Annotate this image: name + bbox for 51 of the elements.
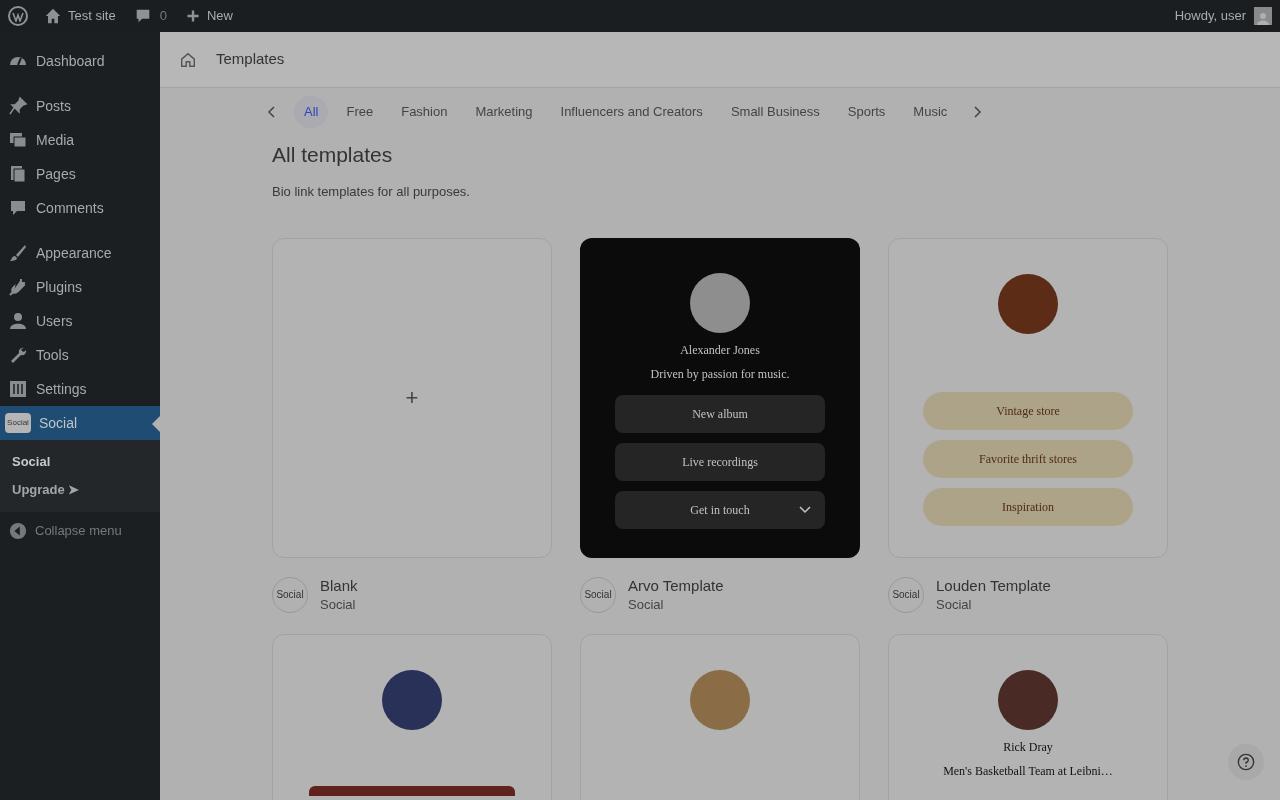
page-title: Templates — [216, 49, 285, 70]
submenu-item[interactable]: Social — [0, 448, 160, 476]
sidebar-item[interactable]: Comments — [0, 191, 160, 225]
profile-name: Rick Dray — [1003, 738, 1053, 756]
template-name: Louden Template — [936, 575, 1051, 596]
link-button: Inspiration — [923, 487, 1133, 526]
template-name: Arvo Template — [628, 575, 724, 596]
link-button: New album — [615, 394, 825, 433]
sidebar-item[interactable]: Tools — [0, 338, 160, 372]
new-link[interactable]: New — [184, 6, 233, 26]
sidebar-item[interactable]: Posts — [0, 89, 160, 123]
template-preview-card[interactable]: Vintage store Favorite thrift stores Inspiration — [888, 237, 1168, 558]
sidebar-item[interactable]: Appearance — [0, 236, 160, 270]
sidebar-item[interactable]: Settings — [0, 372, 160, 406]
category-tab[interactable]: Marketing — [465, 96, 543, 128]
sidebar-item[interactable]: Pages — [0, 157, 160, 191]
category-tab[interactable]: All — [294, 96, 329, 128]
collapse-menu-button[interactable]: Collapse menu — [0, 513, 160, 549]
category-tab[interactable]: Small Business — [720, 96, 830, 128]
template-preview-card[interactable]: Rick Dray Men's Basketball Team at Leibni… — [888, 633, 1168, 800]
template-source: Social — [936, 595, 973, 614]
social-logo-icon: Social — [5, 413, 31, 433]
template-source: Social — [628, 595, 665, 614]
template-preview-card[interactable]: + — [272, 237, 552, 558]
category-tab[interactable]: Fashion — [391, 96, 458, 128]
category-tab[interactable]: Influencers and Creators — [550, 96, 713, 128]
link-button: Live recordings — [615, 442, 825, 481]
profile-name: Alexander Jones — [680, 341, 760, 359]
link-button: Favorite thrift stores — [923, 439, 1133, 478]
sidebar-item[interactable]: Dashboard — [0, 44, 160, 78]
site-link[interactable]: Test site — [44, 6, 116, 26]
plus-icon: + — [405, 386, 419, 409]
section-title: All templates — [272, 142, 394, 168]
category-tab[interactable]: Music — [903, 96, 958, 128]
category-tab[interactable]: Sports — [837, 96, 896, 128]
submenu-item[interactable]: Upgrade ➤ — [0, 476, 160, 504]
profile-bio: Men's Basketball Team at Leibni… — [943, 762, 1113, 780]
sidebar-item[interactable]: Users — [0, 304, 160, 338]
comments-link[interactable]: 0 — [133, 6, 167, 26]
user-greeting[interactable]: Howdy, user — [1174, 6, 1246, 26]
template-name: Blank — [320, 575, 358, 596]
link-button: Get in touch — [615, 490, 825, 529]
category-tab[interactable]: Free — [336, 96, 384, 128]
template-source: Social — [320, 595, 357, 614]
template-preview-card[interactable]: Alexander Jones Driven by passion for music. New album Live recordings Get in touch — [580, 237, 860, 558]
profile-bio: Driven by passion for music. — [650, 365, 790, 383]
link-button: Vintage store — [923, 391, 1133, 430]
section-description: Bio link templates for all purposes. — [272, 183, 471, 201]
sidebar-item[interactable]: Social Social — [0, 406, 160, 440]
sidebar-item[interactable]: Plugins — [0, 270, 160, 304]
sidebar-item[interactable]: Media — [0, 123, 160, 157]
